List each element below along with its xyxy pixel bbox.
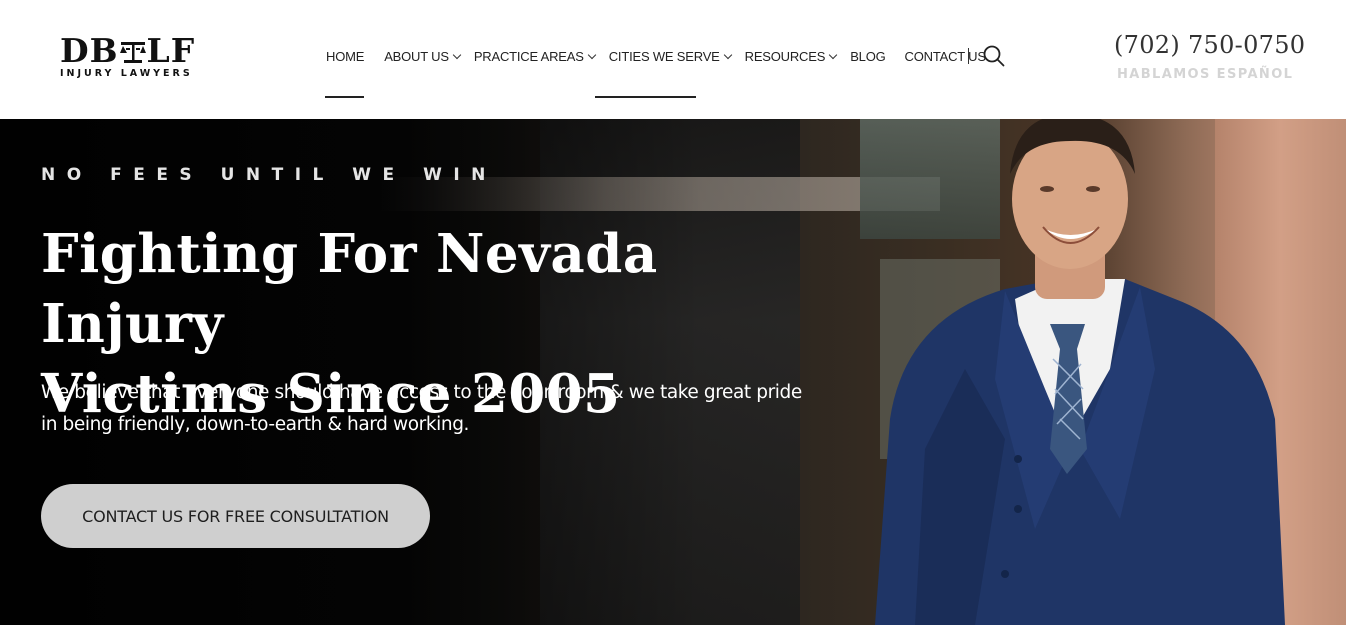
nav-resources[interactable]: RESOURCES xyxy=(744,48,838,64)
chevron-down-icon xyxy=(587,50,596,59)
phone-number[interactable]: (702) 750-0750 xyxy=(1114,31,1305,59)
hero-tagline: NO FEES UNTIL WE WIN xyxy=(41,165,497,185)
hero-description-line2: in being friendly, down-to-earth & hard … xyxy=(41,414,470,435)
site-header: DB LF INJURY LAWYERS HOME ABOUT US PRACT… xyxy=(0,0,1346,119)
nav-contact-us[interactable]: CONTACT US xyxy=(904,48,987,64)
nav-cities-we-serve[interactable]: CITIES WE SERVE xyxy=(608,48,732,64)
chevron-down-icon xyxy=(828,50,838,59)
nav-about-us-label: ABOUT US xyxy=(384,48,449,64)
nav-contact-us-label: CONTACT US xyxy=(904,48,987,64)
scales-icon xyxy=(119,38,146,64)
nav-home-label: HOME xyxy=(326,48,365,64)
nav-cities-we-serve-label: CITIES WE SERVE xyxy=(608,48,720,64)
nav-cities-active-indicator xyxy=(595,96,696,98)
chevron-down-icon xyxy=(723,50,732,59)
language-note: HABLAMOS ESPAÑOL xyxy=(1117,67,1294,82)
nav-practice-areas-label: PRACTICE AREAS xyxy=(473,48,584,64)
free-consultation-button[interactable]: CONTACT US FOR FREE CONSULTATION xyxy=(41,484,430,548)
hero-description: We believe that everyone should have acc… xyxy=(41,377,821,441)
nav-home-active-indicator xyxy=(325,96,364,98)
nav-resources-label: RESOURCES xyxy=(744,48,826,64)
nav-practice-areas[interactable]: PRACTICE AREAS xyxy=(473,48,596,64)
chevron-down-icon xyxy=(452,50,462,59)
attorney-photo xyxy=(855,119,1295,625)
nav-home[interactable]: HOME xyxy=(326,49,364,64)
logo-text-left: DB xyxy=(60,31,119,70)
nav-about-us[interactable]: ABOUT US xyxy=(384,48,462,64)
nav-blog[interactable]: BLOG xyxy=(850,48,886,64)
hero-headline-line1: Fighting For Nevada Injury xyxy=(41,223,658,355)
nav-divider xyxy=(968,48,969,64)
main-nav: HOME ABOUT US PRACTICE AREAS CITIES WE S… xyxy=(326,46,986,66)
hero-section: NO FEES UNTIL WE WIN Fighting For Nevada… xyxy=(0,119,1346,625)
nav-blog-label: BLOG xyxy=(850,48,886,64)
search-icon[interactable] xyxy=(983,45,1005,67)
logo[interactable]: DB LF INJURY LAWYERS xyxy=(60,31,210,80)
logo-text-right: LF xyxy=(146,31,196,70)
hero-description-line1: We believe that everyone should have acc… xyxy=(41,382,802,403)
logo-subtitle: INJURY LAWYERS xyxy=(60,68,193,79)
